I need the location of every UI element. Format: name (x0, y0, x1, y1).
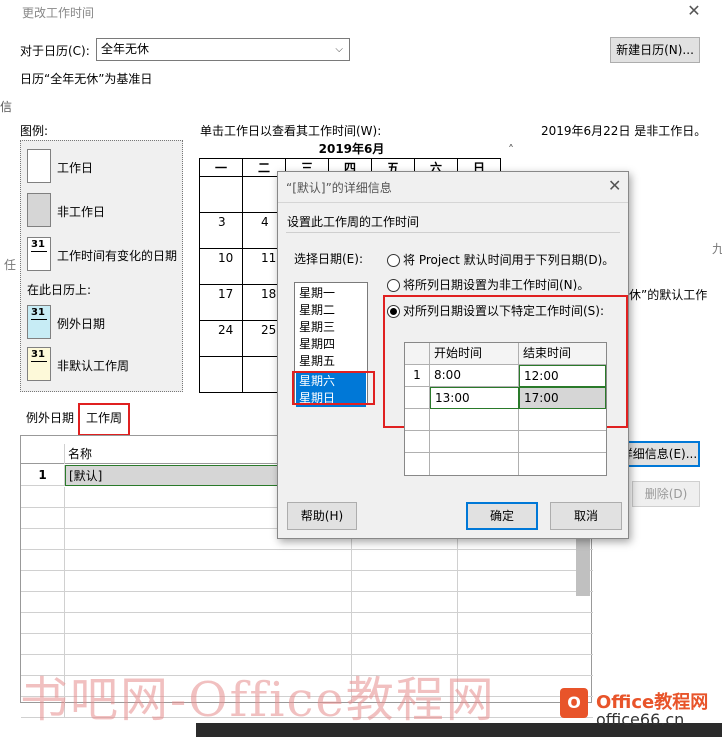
select-days-label: 选择日期(E): (294, 252, 363, 266)
option-default-time-radio[interactable] (387, 254, 400, 267)
list-item[interactable]: 星期二 (296, 302, 366, 319)
legend-changed-hours: 工作时间有变化的日期 (57, 249, 178, 263)
tab-exceptions[interactable]: 例外日期 (26, 407, 74, 429)
calendar-select-value: 全年无休 (101, 42, 150, 56)
calendar-select[interactable]: 全年无休 ⌵ (96, 38, 350, 61)
calendar-day (199, 356, 243, 393)
end-time-cell[interactable]: 17:00 (519, 387, 606, 409)
row-number (405, 387, 430, 409)
legend-on-calendar: 在此日历上: (27, 283, 92, 297)
row-number: 1 (405, 365, 430, 387)
table-row[interactable] (21, 550, 593, 571)
working-times-table[interactable]: 开始时间 结束时间 1 8:00 12:00 13:00 17:00 (404, 342, 607, 476)
chevron-down-icon: ⌵ (335, 44, 343, 55)
nonworking-day-swatch (27, 193, 51, 227)
highlight-box-days (292, 371, 375, 405)
table-row[interactable]: 1 8:00 12:00 (405, 365, 606, 387)
calendar-day[interactable]: 24 (199, 320, 243, 357)
table-row[interactable] (405, 431, 606, 453)
table-row[interactable]: 13:00 17:00 (405, 387, 606, 409)
working-day-swatch (27, 149, 51, 183)
table-row[interactable] (405, 453, 606, 475)
list-item[interactable]: 星期四 (296, 336, 366, 353)
details-button[interactable]: 详细信息(E)... (618, 441, 700, 467)
option-nonworking-radio[interactable] (387, 279, 400, 292)
calendar-day (199, 176, 243, 213)
legend-exception: 例外日期 (57, 317, 106, 331)
table-row[interactable] (21, 592, 593, 613)
watermark-text: 书吧网-Office教程网 (20, 672, 496, 728)
edge-text-left: 信 (0, 100, 13, 114)
calendar-day[interactable]: 10 (199, 248, 243, 285)
table-row[interactable] (21, 613, 593, 634)
main-dialog-title: 更改工作时间 (22, 6, 95, 20)
exception-swatch: 31 (27, 305, 51, 339)
start-time-cell[interactable]: 8:00 (430, 365, 519, 387)
option-nonworking-label[interactable]: 将所列日期设置为非工作时间(N)。 (403, 276, 589, 293)
table-row[interactable] (405, 409, 606, 431)
default-work-text-partial: 休”的默认工作 (629, 288, 708, 302)
table-row[interactable] (21, 634, 593, 655)
base-calendar-text: 日历“全年无休”为基准日 (20, 72, 153, 86)
swatch-number: 31 (31, 307, 45, 318)
details-dialog-title: “[默认]”的详细信息 (286, 181, 392, 195)
swatch-number: 31 (31, 349, 45, 360)
list-item[interactable]: 星期一 (296, 285, 366, 302)
details-dialog: “[默认]”的详细信息 ✕ 设置此工作周的工作时间 选择日期(E): 星期一 星期… (277, 171, 629, 539)
edge-text-left-2: 任 (4, 258, 17, 272)
watermark-domain: office66.cn (596, 710, 685, 729)
month-title: 2019年6月 (318, 142, 385, 156)
help-button[interactable]: 帮助(H) (287, 502, 357, 530)
calendar-day[interactable]: 3 (199, 212, 243, 249)
legend-nonworking-day: 非工作日 (57, 205, 106, 219)
section-title: 设置此工作周的工作时间 (287, 215, 420, 229)
main-close-icon[interactable]: ✕ (684, 1, 704, 21)
delete-button[interactable]: 删除(D) (632, 481, 700, 507)
office-logo-icon: O (560, 688, 588, 718)
option-default-time-label[interactable]: 将 Project 默认时间用于下列日期(D)。 (403, 251, 614, 268)
new-calendar-button[interactable]: 新建日历(N)... (610, 37, 700, 63)
tab-work-weeks[interactable]: 工作周 (78, 403, 130, 436)
list-item[interactable]: 星期三 (296, 319, 366, 336)
legend-nondefault-week: 非默认工作周 (57, 359, 130, 373)
row-name-cell[interactable]: [默认] (65, 465, 279, 486)
start-time-cell[interactable]: 13:00 (430, 387, 519, 409)
calendar-day[interactable]: 17 (199, 284, 243, 321)
table-row[interactable] (21, 571, 593, 592)
list-item[interactable]: 星期五 (296, 353, 366, 370)
for-calendar-label: 对于日历(C): (20, 44, 90, 58)
grid-header-name: 名称 (68, 447, 93, 461)
grid-header-num (21, 444, 65, 464)
calendar-hint: 单击工作日以查看其工作时间(W): (200, 124, 382, 138)
changed-hours-swatch: 31 (27, 237, 51, 271)
grid-scrollbar[interactable] (576, 536, 590, 596)
close-icon[interactable]: ✕ (608, 176, 621, 195)
edge-text-right: 九 (712, 242, 722, 256)
col-start-time: 开始时间 (430, 343, 519, 365)
row-number: 1 (21, 465, 65, 486)
times-header-row: 开始时间 结束时间 (405, 343, 606, 365)
scroll-up-icon[interactable]: ˄ (508, 143, 514, 157)
swatch-number: 31 (31, 239, 45, 250)
ok-button[interactable]: 确定 (466, 502, 538, 530)
main-title-bar: 更改工作时间 (0, 0, 722, 26)
legend-panel: 工作日 非工作日 31 工作时间有变化的日期 在此日历上: 31 例外日期 31… (20, 140, 183, 392)
end-time-cell[interactable]: 12:00 (519, 365, 606, 387)
nondefault-week-swatch: 31 (27, 347, 51, 381)
legend-working-day: 工作日 (57, 161, 94, 175)
date-status-text: 2019年6月22日 是非工作日。 (541, 124, 707, 138)
legend-title: 图例: (20, 124, 49, 138)
col-end-time: 结束时间 (523, 346, 572, 360)
weekday-header: 一 (199, 158, 243, 177)
cancel-button[interactable]: 取消 (550, 502, 622, 530)
